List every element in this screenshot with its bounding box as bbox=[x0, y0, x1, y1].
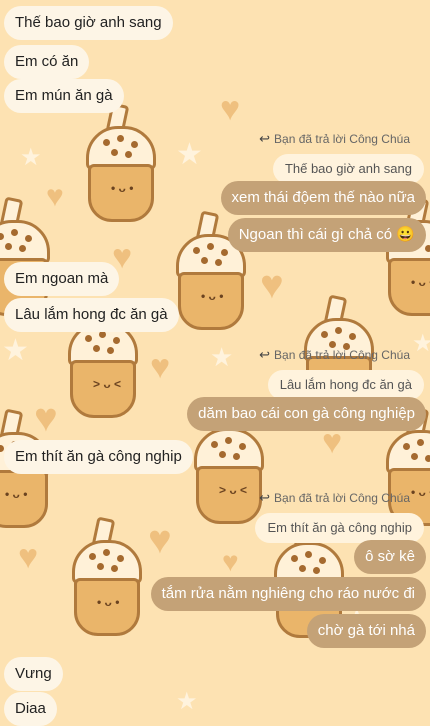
incoming-message[interactable]: Em thít ăn gà công nghip bbox=[4, 440, 193, 474]
reply-indicator: ↩ Bạn đã trả lời Công Chúa bbox=[259, 490, 410, 506]
reply-arrow-icon: ↩ bbox=[259, 490, 271, 505]
star-icon: ★ bbox=[2, 334, 29, 367]
boba-cup-illustration: • ᴗ • bbox=[78, 102, 158, 224]
outgoing-message[interactable]: ô sờ kê bbox=[354, 540, 426, 574]
outgoing-message[interactable]: chờ gà tới nhá bbox=[306, 614, 426, 648]
star-icon: ★ bbox=[20, 144, 42, 171]
reply-arrow-icon: ↩ bbox=[259, 131, 271, 146]
incoming-message[interactable]: Thế bao giờ anh sang bbox=[4, 6, 173, 40]
heart-icon: ♥ bbox=[222, 546, 239, 577]
quoted-message[interactable]: Lâu lắm hong đc ăn gà bbox=[267, 370, 424, 400]
heart-icon: ♥ bbox=[148, 518, 172, 562]
star-icon: ★ bbox=[210, 342, 234, 372]
incoming-message[interactable]: Vưng bbox=[4, 657, 63, 691]
incoming-message[interactable]: Em ngoan mà bbox=[4, 262, 120, 296]
reply-label: Bạn đã trả lời Công Chúa bbox=[274, 132, 410, 146]
heart-icon: ♥ bbox=[150, 348, 171, 386]
star-icon: ★ bbox=[412, 330, 430, 357]
incoming-message[interactable]: Lâu lắm hong đc ăn gà bbox=[4, 298, 179, 332]
reply-indicator: ↩ Bạn đã trả lời Công Chúa bbox=[259, 347, 410, 363]
incoming-message[interactable]: Diaa bbox=[4, 692, 57, 726]
outgoing-message[interactable]: Ngoan thì cái gì chả có 😀 bbox=[227, 218, 426, 252]
heart-icon: ♥ bbox=[220, 90, 241, 128]
incoming-message[interactable]: Em có ăn bbox=[4, 45, 90, 79]
outgoing-message[interactable]: tắm rửa nằm nghiêng cho ráo nước đi bbox=[150, 577, 426, 611]
incoming-message[interactable]: Em mún ăn gà bbox=[4, 79, 124, 113]
boba-cup-illustration: • ᴗ • bbox=[64, 516, 144, 638]
outgoing-message[interactable]: dăm bao cái con gà công nghiệp bbox=[187, 397, 426, 431]
reply-label: Bạn đã trả lời Công Chúa bbox=[274, 348, 410, 362]
outgoing-message[interactable]: xem thái độem thế nào nữa bbox=[220, 181, 426, 215]
star-icon: ★ bbox=[176, 688, 198, 715]
star-icon: ★ bbox=[176, 138, 203, 171]
heart-icon: ♥ bbox=[18, 538, 39, 576]
quoted-message[interactable]: Em thít ăn gà công nghip bbox=[255, 513, 424, 543]
quoted-message[interactable]: Thế bao giờ anh sang bbox=[272, 154, 424, 184]
boba-cup-illustration: • ᴗ • bbox=[378, 196, 430, 318]
heart-icon: ♥ bbox=[260, 263, 284, 307]
reply-arrow-icon: ↩ bbox=[259, 347, 271, 362]
reply-label: Bạn đã trả lời Công Chúa bbox=[274, 491, 410, 505]
reply-indicator: ↩ Bạn đã trả lời Công Chúa bbox=[259, 131, 410, 147]
